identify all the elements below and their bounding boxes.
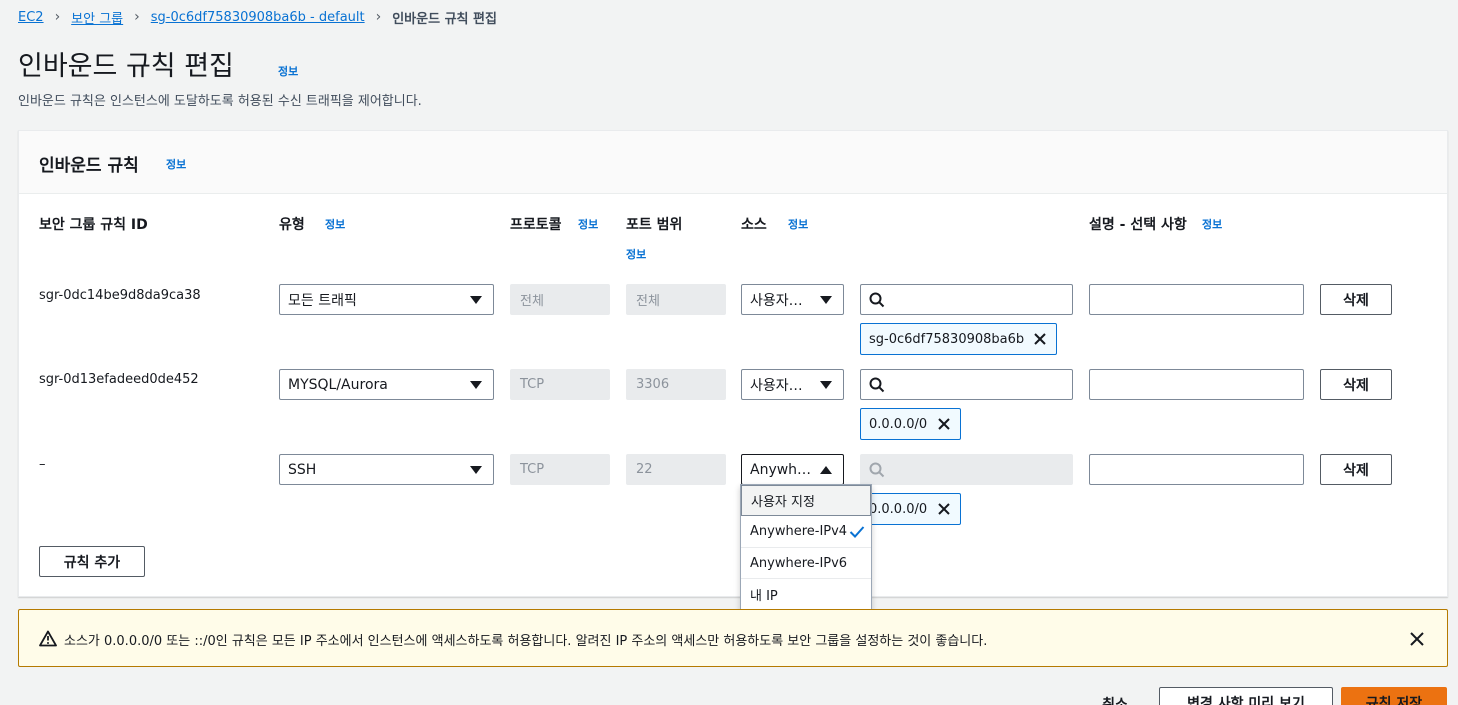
protocol-field: TCP (510, 369, 610, 400)
page-title-info-link[interactable]: 정보 (278, 63, 298, 79)
protocol-field: TCP (510, 454, 610, 485)
alert-message: 소스가 0.0.0.0/0 또는 ::/0인 규칙은 모든 IP 주소에서 인스… (64, 634, 988, 649)
preview-changes-button[interactable]: 변경 사항 미리 보기 (1159, 687, 1333, 705)
page-description: 인바운드 규칙은 인스턴스에 도달하도록 허용된 수신 트래픽을 제어합니다. (18, 94, 422, 109)
add-rule-button[interactable]: 규칙 추가 (39, 546, 145, 577)
source-search-input[interactable] (860, 369, 1073, 400)
protocol-field: 전체 (510, 284, 610, 315)
type-select[interactable]: MYSQL/Aurora (279, 369, 494, 400)
port-range-field: 22 (626, 454, 726, 485)
breadcrumb-ec2[interactable]: EC2 (18, 10, 44, 25)
delete-button[interactable]: 삭제 (1320, 284, 1392, 315)
source-token: sg-0c6df75830908ba6b (860, 323, 1057, 355)
source-select[interactable]: 사용자… (741, 369, 844, 400)
source-search-input (860, 454, 1073, 485)
source-token-label: 0.0.0.0/0 (869, 416, 928, 432)
dropdown-option-anywhere-ipv4[interactable]: Anywhere-IPv4 (741, 516, 871, 547)
type-select-value: 모든 트래픽 (288, 292, 357, 309)
dropdown-option-custom[interactable]: 사용자 지정 (741, 485, 871, 516)
search-icon (869, 292, 885, 308)
source-select-value: 사용자… (750, 292, 803, 309)
column-header-protocol: 프로토콜 (510, 217, 562, 233)
source-token-label: sg-0c6df75830908ba6b (869, 331, 1025, 347)
column-header-source: 소스 (741, 217, 767, 233)
column-header-description: 설명 - 선택 사항 (1089, 217, 1187, 233)
source-select-value: Anywh… (750, 461, 812, 478)
chevron-right-icon: › (134, 9, 140, 25)
panel-title-info-link[interactable]: 정보 (166, 156, 186, 172)
dropdown-option-label: Anywhere-IPv4 (750, 524, 848, 539)
close-icon[interactable] (1032, 331, 1048, 347)
port-range-field: 전체 (626, 284, 726, 315)
type-select[interactable]: 모든 트래픽 (279, 284, 494, 315)
panel-header (19, 131, 1447, 194)
rule-id: – (39, 457, 46, 472)
port-range-field: 3306 (626, 369, 726, 400)
breadcrumb-security-groups[interactable]: 보안 그룹 (71, 8, 123, 27)
save-rules-button[interactable]: 규칙 저장 (1341, 687, 1447, 705)
source-select[interactable]: 사용자… (741, 284, 844, 315)
source-info-link[interactable]: 정보 (788, 216, 808, 232)
close-icon[interactable] (936, 501, 952, 517)
caret-down-icon (470, 296, 482, 304)
checkmark-icon (849, 526, 865, 538)
source-search-input[interactable] (860, 284, 1073, 315)
search-icon (869, 377, 885, 393)
warning-alert: 소스가 0.0.0.0/0 또는 ::/0인 규칙은 모든 IP 주소에서 인스… (18, 609, 1448, 667)
source-token: 0.0.0.0/0 (860, 493, 961, 525)
rule-id: sgr-0dc14be9d8da9ca38 (39, 288, 201, 303)
cancel-button[interactable]: 취소 (1086, 688, 1144, 705)
breadcrumb-security-group[interactable]: sg-0c6df75830908ba6b - default (151, 10, 365, 25)
search-icon (869, 462, 885, 478)
close-icon[interactable] (936, 416, 952, 432)
chevron-right-icon: › (375, 9, 382, 25)
caret-down-icon (820, 381, 832, 389)
source-select-value: 사용자… (750, 377, 803, 394)
column-header-type: 유형 (279, 217, 305, 233)
caret-up-icon (820, 466, 832, 474)
warning-icon (39, 630, 57, 647)
close-icon[interactable] (1409, 631, 1425, 647)
source-token-label: 0.0.0.0/0 (869, 501, 928, 517)
delete-button[interactable]: 삭제 (1320, 369, 1392, 400)
panel-title: 인바운드 규칙 (39, 156, 139, 176)
chevron-right-icon: › (54, 9, 61, 25)
description-input[interactable] (1089, 284, 1304, 315)
breadcrumb-current: 인바운드 규칙 편집 (392, 11, 497, 27)
protocol-info-link[interactable]: 정보 (578, 216, 598, 232)
source-dropdown-menu: 사용자 지정 Anywhere-IPv4 Anywhere-IPv6 내 IP (740, 484, 872, 611)
description-input[interactable] (1089, 454, 1304, 485)
rule-id: sgr-0d13efadeed0de452 (39, 372, 199, 387)
description-info-link[interactable]: 정보 (1202, 216, 1222, 232)
inbound-rules-panel: 인바운드 규칙 정보 보안 그룹 규칙 ID 유형 정보 프로토콜 정보 포트 … (18, 130, 1448, 597)
breadcrumb: EC2 › 보안 그룹 › sg-0c6df75830908ba6b - def… (18, 8, 497, 27)
caret-down-icon (820, 296, 832, 304)
column-header-port: 포트 범위 (626, 217, 683, 233)
caret-down-icon (470, 381, 482, 389)
delete-button[interactable]: 삭제 (1320, 454, 1392, 485)
page-title: 인바운드 규칙 편집 (18, 51, 234, 82)
column-header-rule-id: 보안 그룹 규칙 ID (39, 217, 148, 233)
type-info-link[interactable]: 정보 (325, 216, 345, 232)
source-select-open[interactable]: Anywh… (741, 454, 844, 485)
type-select-value: SSH (288, 461, 317, 478)
dropdown-option-anywhere-ipv6[interactable]: Anywhere-IPv6 (741, 547, 871, 578)
port-info-link[interactable]: 정보 (626, 246, 646, 262)
source-token: 0.0.0.0/0 (860, 408, 961, 440)
caret-down-icon (470, 466, 482, 474)
description-input[interactable] (1089, 369, 1304, 400)
dropdown-option-my-ip[interactable]: 내 IP (741, 578, 871, 609)
type-select-value: MYSQL/Aurora (288, 376, 388, 393)
type-select[interactable]: SSH (279, 454, 494, 485)
